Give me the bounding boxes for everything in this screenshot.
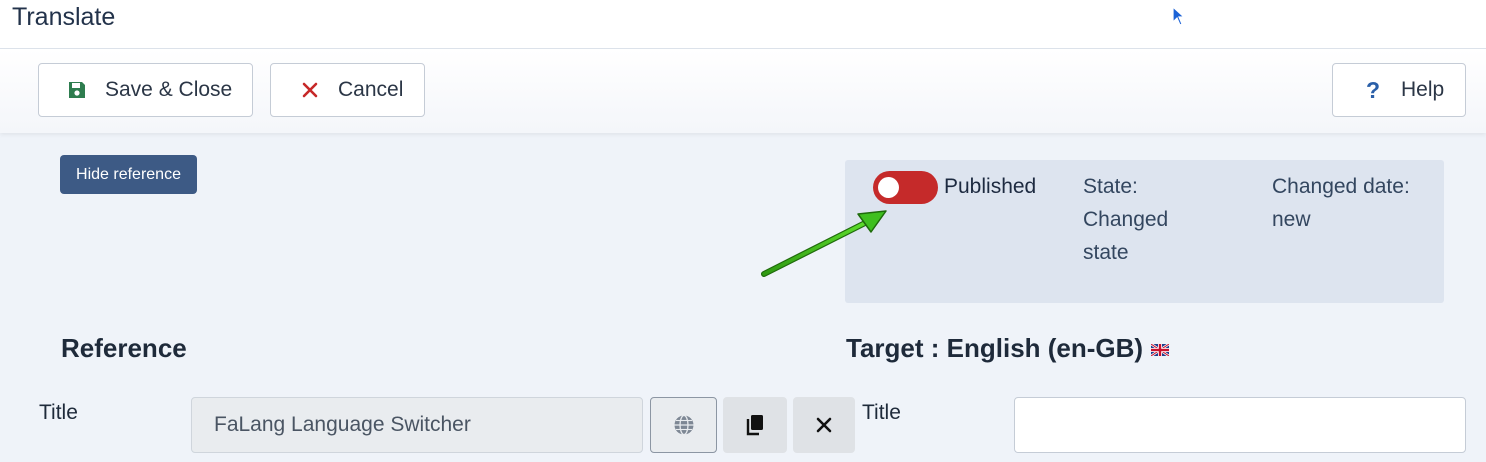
hide-reference-button[interactable]: Hide reference [60,155,197,194]
status-panel: Published State: Changed state Changed d… [845,160,1444,303]
uk-flag-icon [1151,343,1170,356]
translate-service-button[interactable] [650,397,717,453]
help-label: Help [1401,78,1445,101]
target-title-label: Title [862,401,901,424]
globe-icon [674,414,693,436]
changed-date-text: Changed date: new [1272,175,1410,231]
annotation-arrow-icon [761,210,887,277]
question-icon: ? [1365,76,1381,103]
target-heading-text: Target : English (en-GB) [846,333,1144,363]
close-icon [298,78,322,102]
title-bar: Translate [0,0,1486,49]
reference-heading: Reference [61,333,187,363]
target-title-input[interactable] [1014,397,1466,453]
published-toggle[interactable] [873,171,938,204]
cancel-label: Cancel [338,78,404,101]
cancel-button[interactable]: Cancel [270,63,425,117]
help-button[interactable]: ? Help [1332,63,1466,117]
save-close-button[interactable]: Save & Close [38,63,253,117]
copy-button[interactable] [723,397,787,453]
toolbar: Save & Close Cancel ? Help [0,49,1486,133]
copy-icon [746,415,763,436]
clear-button[interactable] [793,397,855,453]
published-label: Published [944,175,1037,198]
state-text: State: Changed state [1083,175,1169,264]
toggle-knob [878,177,899,198]
reference-title-label: Title [39,401,78,424]
page-title: Translate [12,3,116,31]
target-heading: Target : English (en-GB) [846,333,1170,363]
mouse-cursor-icon [1172,6,1186,26]
floppy-disk-icon [65,78,89,102]
save-close-label: Save & Close [105,78,233,101]
close-icon [816,417,832,433]
reference-title-field: FaLang Language Switcher [191,397,643,453]
